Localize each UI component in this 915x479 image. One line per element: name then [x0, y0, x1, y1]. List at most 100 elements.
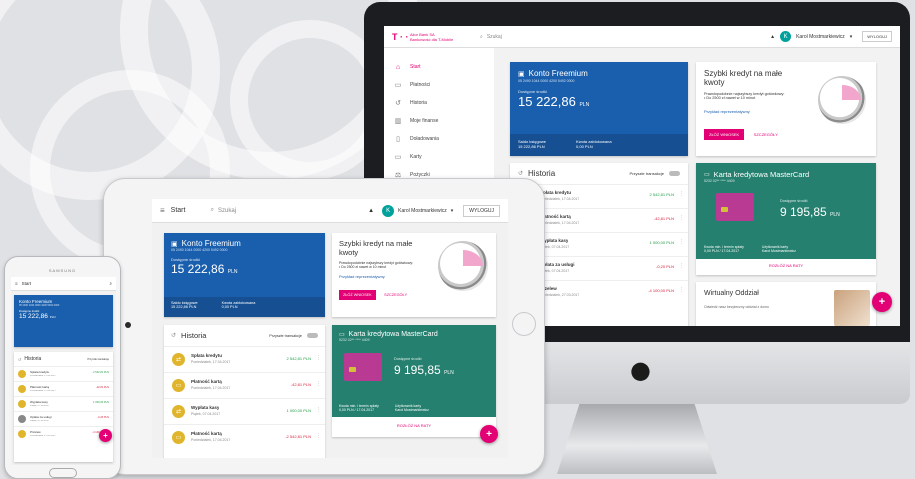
- more-icon[interactable]: ⋮: [316, 407, 321, 413]
- installments-link[interactable]: ROZŁÓŻ NA RATY: [696, 259, 876, 268]
- history-row[interactable]: Opłata za usługi Piątek, 07.04.2017 -0,2…: [14, 411, 113, 426]
- ipad-home-button: [512, 312, 536, 336]
- holder-value: Karol Mostmarkiewicz: [761, 249, 796, 253]
- more-icon[interactable]: ⋮: [316, 381, 321, 387]
- blocked-amount: Kwota zablokowana 0,00 PLN: [222, 301, 256, 313]
- history-header: ↺ Historia Przyszłe transakcje: [14, 352, 113, 366]
- add-fab-button[interactable]: +: [480, 425, 498, 443]
- min-pay-value: 0,00 PLN / 17.04.2017: [704, 249, 740, 253]
- row-name: Opłata za usługi: [30, 415, 52, 419]
- card-balance: 9 195,85 PLN: [394, 363, 454, 377]
- card-min-pay: Kwota min. i termin spłaty 0,00 PLN / 17.…: [704, 245, 744, 253]
- book-balance-value: 15 222,86 PLN: [171, 305, 197, 309]
- phone-home-button: [49, 468, 77, 478]
- available-label: Dostępne środki: [518, 89, 547, 94]
- representative-example-link[interactable]: Przykład reprezentatywny: [339, 274, 425, 279]
- account-balance: 15 222,86 PLN: [19, 313, 108, 320]
- installments-link[interactable]: ROZŁÓŻ NA RATY: [332, 417, 496, 428]
- account-card[interactable]: ▣ Konto Freemium 05 2490 1044 0000 4200 …: [510, 62, 688, 156]
- details-button[interactable]: SZCZEGÓŁY: [384, 293, 407, 297]
- more-icon[interactable]: ⋮: [679, 191, 684, 197]
- history-header: ↺ Historia Przyszłe transakcje: [510, 163, 688, 184]
- loan-promo-bullet-text: Do 2500 zł nawet w 10 minut: [341, 265, 387, 269]
- search-input[interactable]: ⌕ Szukaj: [480, 34, 770, 40]
- brand-logo-icon: T · ·: [392, 31, 409, 42]
- history-row[interactable]: ⇄ Spłata kredytu Poniedziałek, 17.04.201…: [164, 346, 325, 372]
- blocked-amount: Kwota zablokowana 0,00 PLN: [576, 139, 612, 151]
- more-icon[interactable]: ⋮: [679, 239, 684, 245]
- menu-icon[interactable]: ≡: [15, 281, 18, 286]
- row-name: Spłata kredytu: [540, 190, 572, 195]
- sidebar-item-historia[interactable]: ↺ Historia: [394, 94, 484, 112]
- search-icon[interactable]: ⌕: [109, 281, 112, 286]
- card-balance: 9 195,85 PLN: [780, 205, 840, 219]
- stopwatch-icon: [438, 241, 488, 291]
- future-transactions-toggle[interactable]: [669, 171, 680, 176]
- ipad-device: ≡ Start ⌕ Szukaj ▲ K Karol Mostmarkiewic…: [103, 178, 545, 475]
- credit-card-card[interactable]: ▭ Karta kredytowa MasterCard 5232 02** *…: [696, 163, 876, 275]
- row-date: Poniedziałek, 17.04.2017: [191, 386, 231, 390]
- bell-icon[interactable]: ▲: [368, 208, 374, 214]
- apply-button[interactable]: ZŁÓŻ WNIOSEK: [339, 290, 376, 300]
- loan-promo-card: Szybki kredyt na małe kwoty Prawdopodobn…: [332, 233, 496, 317]
- search-input[interactable]: ⌕ Szukaj: [211, 207, 369, 214]
- loan-promo-title: Szybki kredyt na małe kwoty: [339, 239, 413, 257]
- holder-value: Karol Mostmarkiewicz: [394, 408, 429, 412]
- add-fab-button[interactable]: +: [872, 292, 892, 312]
- more-icon[interactable]: ⋮: [316, 433, 321, 439]
- row-name: Opłata za usługi: [540, 262, 575, 267]
- menu-icon[interactable]: ≡: [160, 206, 165, 215]
- logout-button[interactable]: WYLOGUJ: [463, 204, 500, 217]
- future-transactions-toggle[interactable]: [307, 333, 318, 338]
- history-row[interactable]: Wypłata kasy Piątek, 07.04.2017 1 000,00…: [14, 396, 113, 411]
- history-row[interactable]: ▭ Płatność kartą Poniedziałek, 17.04.201…: [164, 424, 325, 450]
- bell-icon[interactable]: ▲: [770, 34, 775, 40]
- credit-card-title: Karta kredytowa MasterCard: [348, 331, 438, 338]
- phone-brand: SAMSUNG: [48, 268, 77, 273]
- transfer-icon: [18, 430, 26, 438]
- user-name: Karol Mostmarkiewicz: [796, 33, 845, 40]
- user-menu[interactable]: ▲ K Karol Mostmarkiewicz ▾: [770, 31, 852, 42]
- sidebar-item-moje-finanse[interactable]: ▥ Moje finanse: [394, 112, 484, 130]
- service-icon: [18, 415, 26, 423]
- card-icon: ▭: [394, 154, 402, 161]
- credit-card-header: ▭ Karta kredytowa MasterCard 5232 02** *…: [696, 163, 876, 259]
- row-name: Spłata kredytu: [30, 370, 50, 374]
- card-holder: Użytkownik karty Karol Mostmarkiewicz: [762, 245, 796, 253]
- logout-button[interactable]: WYLOGUJ: [862, 31, 892, 42]
- user-name: Karol Mostmarkiewicz: [398, 207, 447, 214]
- account-card[interactable]: Konto Freemium 05 2490 1044 0000 4200 54…: [14, 295, 113, 347]
- row-date: Poniedziałek, 17.04.2017: [191, 438, 231, 442]
- more-icon[interactable]: ⋮: [679, 287, 684, 293]
- history-row[interactable]: ⇄ Wypłata kasy Piątek, 07.04.2017 1 000,…: [164, 398, 325, 424]
- history-row[interactable]: ▭ Płatność kartą Poniedziałek, 17.04.201…: [164, 372, 325, 398]
- sidebar-item-start[interactable]: ⌂ Start: [394, 58, 484, 76]
- history-icon: ↺: [395, 100, 401, 107]
- details-button[interactable]: SZCZEGÓŁY: [754, 132, 778, 137]
- history-row[interactable]: Płatność kartą Poniedziałek, 17.04.2017 …: [14, 381, 113, 396]
- row-date: Poniedziałek, 17.04.2017: [30, 390, 56, 392]
- add-fab-button[interactable]: +: [99, 429, 112, 442]
- sidebar-item-doladowania[interactable]: ▯ Doładowania: [394, 130, 484, 148]
- account-title-row: ▣ Konto Freemium: [171, 239, 318, 248]
- row-amount: -2 542,81 PLN: [285, 434, 311, 439]
- more-icon[interactable]: ⋮: [679, 215, 684, 221]
- credit-card-card[interactable]: ▭ Karta kredytowa MasterCard 5232 02** *…: [332, 325, 496, 437]
- loan-promo-bullet: • Do 2500 zł nawet w 10 minut: [339, 265, 387, 269]
- row-amount: 1 000,00 PLN: [286, 408, 311, 413]
- apply-button[interactable]: ZŁÓŻ WNIOSEK: [704, 129, 745, 140]
- more-icon[interactable]: ⋮: [679, 263, 684, 269]
- search-icon: ⌕: [210, 207, 215, 213]
- card-balance-value: 9 195,85: [780, 205, 827, 219]
- virtual-branch-card[interactable]: Wirtualny Oddział Odwiedź nasz bezpieczn…: [696, 282, 876, 326]
- more-icon[interactable]: ⋮: [316, 355, 321, 361]
- representative-example-link[interactable]: Przykład reprezentatywny: [704, 109, 750, 114]
- account-card[interactable]: ▣ Konto Freemium 05 2490 1044 0000 4200 …: [164, 233, 325, 317]
- sidebar-item-karty[interactable]: ▭ Karty: [394, 148, 484, 166]
- row-name: Wypłata kasy: [30, 400, 48, 404]
- account-balance: 15 222,86 PLN: [518, 94, 680, 109]
- sidebar-item-platnosci[interactable]: ▭ Płatności: [394, 76, 484, 94]
- available-label: Dostępne środki: [171, 257, 200, 262]
- transfer-icon: ⇄: [172, 405, 185, 418]
- history-row[interactable]: Spłata kredytu Poniedziałek, 17.04.2017 …: [14, 366, 113, 381]
